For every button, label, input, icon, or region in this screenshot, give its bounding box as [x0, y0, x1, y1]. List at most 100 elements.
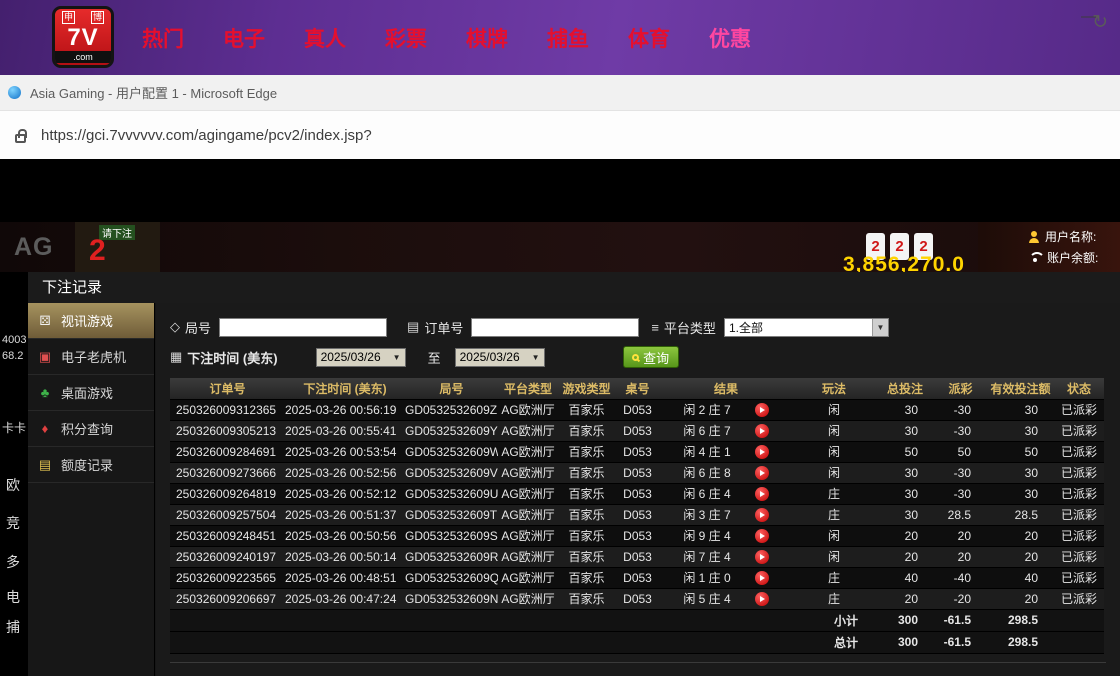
sidebar-item-points-query[interactable]: ♦ 积分查询: [28, 411, 154, 447]
round-number-icon: ◇: [170, 319, 180, 335]
subtotal-payout: -61.5: [934, 609, 987, 631]
platform-type-select[interactable]: 1.全部 ▼: [724, 318, 889, 337]
user-info-box: 用户名称: 账户余额:: [978, 222, 1120, 272]
play-icon[interactable]: [755, 403, 769, 417]
date-to-picker[interactable]: 2025/03/26 ▼: [455, 348, 545, 367]
wifi-icon: [1028, 252, 1042, 263]
table-row: 2503260092846912025-03-26 00:53:54GD0532…: [170, 441, 1104, 462]
window-title: Asia Gaming - 用户配置 1 - Microsoft Edge: [30, 83, 277, 102]
play-icon[interactable]: [755, 424, 769, 438]
cell-time: 2025-03-26 00:55:41: [285, 420, 405, 441]
url-text[interactable]: https://gci.7vvvvvv.com/agingame/pcv2/in…: [41, 127, 372, 144]
play-icon[interactable]: [755, 550, 769, 564]
cell-platform: AG欧洲厅: [498, 546, 558, 567]
nav-item-electronic[interactable]: 电子: [223, 23, 265, 53]
platform-type-label: 平台类型: [664, 318, 716, 337]
cell-order: 250326009305213: [170, 420, 285, 441]
site-logo[interactable]: 申 博 7V .com: [52, 6, 114, 68]
total-payout: -61.5: [934, 631, 987, 653]
cell-status: 已派彩: [1054, 399, 1104, 420]
nav-item-fishing[interactable]: 捕鱼: [547, 23, 589, 53]
nav-item-live[interactable]: 真人: [304, 23, 346, 53]
document-icon: ▤: [37, 457, 53, 473]
header-time: 下注时间 (美东): [285, 378, 405, 399]
bet-records-table: 订单号 下注时间 (美东) 局号 平台类型 游戏类型 桌号 结果 玩法 总投注 …: [170, 378, 1104, 654]
cell-game: 百家乐: [558, 483, 615, 504]
cell-order: 250326009264819: [170, 483, 285, 504]
sidebar-item-slots[interactable]: ▣ 电子老虎机: [28, 339, 154, 375]
cell-round: GD0532532609S: [405, 525, 498, 546]
cell-result: 闲 7 庄 4: [660, 546, 792, 567]
round-number-input[interactable]: [219, 318, 387, 337]
order-number-input[interactable]: [471, 318, 639, 337]
play-icon[interactable]: [755, 487, 769, 501]
screen: 申 博 7V .com 热门 电子 真人 彩票 棋牌 捕鱼 体育 优惠 Asia…: [0, 0, 1120, 676]
refresh-icon[interactable]: ↻: [1092, 11, 1108, 34]
cell-result: 闲 2 庄 7: [660, 399, 792, 420]
cell-method: 闲: [792, 399, 876, 420]
nav-item-hot[interactable]: 热门: [142, 23, 184, 53]
play-icon[interactable]: [755, 529, 769, 543]
cell-order: 250326009273666: [170, 462, 285, 483]
ag-watermark: AG: [14, 233, 54, 262]
cell-result: 闲 5 庄 4: [660, 588, 792, 609]
betting-records-panel: 下注记录 ⚄ 视讯游戏 ▣ 电子老虎机 ♣ 桌面游戏 ♦ 积分查询 ▤ 额度记录: [28, 272, 1120, 676]
site-header: 申 博 7V .com 热门 电子 真人 彩票 棋牌 捕鱼 体育 优惠: [0, 0, 1120, 75]
game-thumbnail[interactable]: 请下注 2: [75, 222, 160, 272]
sidebar-item-quota-records[interactable]: ▤ 额度记录: [28, 447, 154, 483]
play-icon[interactable]: [755, 445, 769, 459]
cell-bet: 20: [876, 525, 934, 546]
result-text: 闲 5 庄 4: [683, 590, 730, 607]
cell-bet: 30: [876, 483, 934, 504]
cell-method: 庄: [792, 588, 876, 609]
cell-status: 已派彩: [1054, 546, 1104, 567]
sidebar-item-table-games[interactable]: ♣ 桌面游戏: [28, 375, 154, 411]
total-valid: 298.5: [987, 631, 1054, 653]
cell-game: 百家乐: [558, 525, 615, 546]
dropdown-arrow-icon: ▼: [393, 353, 401, 362]
table-row: 2503260092066972025-03-26 00:47:24GD0532…: [170, 588, 1104, 609]
cell-round: GD0532532609R: [405, 546, 498, 567]
sidebar-item-video-games[interactable]: ⚄ 视讯游戏: [28, 303, 154, 339]
cell-payout: -20: [934, 588, 987, 609]
club-icon: ♣: [37, 385, 53, 400]
calendar-icon: ▦: [170, 349, 182, 365]
cell-table: D053: [615, 588, 660, 609]
cell-status: 已派彩: [1054, 441, 1104, 462]
date-from-picker[interactable]: 2025/03/26 ▼: [316, 348, 406, 367]
table-divider: [170, 662, 1106, 663]
play-icon[interactable]: [755, 592, 769, 606]
nav-item-lottery[interactable]: 彩票: [385, 23, 427, 53]
play-icon[interactable]: [755, 508, 769, 522]
table-row: 2503260092401972025-03-26 00:50:14GD0532…: [170, 546, 1104, 567]
sidebar-item-label: 桌面游戏: [61, 383, 113, 402]
cell-game: 百家乐: [558, 588, 615, 609]
play-icon[interactable]: [755, 466, 769, 480]
nav-item-promo[interactable]: 优惠: [709, 23, 751, 53]
play-icon[interactable]: [755, 571, 769, 585]
result-text: 闲 6 庄 7: [683, 422, 730, 439]
header-order: 订单号: [170, 378, 285, 399]
cell-platform: AG欧洲厅: [498, 462, 558, 483]
header-payout: 派彩: [934, 378, 987, 399]
cell-method: 闲: [792, 462, 876, 483]
query-button[interactable]: 查询: [623, 346, 679, 368]
cell-payout: 28.5: [934, 504, 987, 525]
total-row: 总计 300 -61.5 298.5: [170, 631, 1104, 653]
cell-method: 闲: [792, 420, 876, 441]
subtotal-valid: 298.5: [987, 609, 1054, 631]
cell-time: 2025-03-26 00:52:12: [285, 483, 405, 504]
cell-bet: 30: [876, 462, 934, 483]
cell-status: 已派彩: [1054, 567, 1104, 588]
cell-table: D053: [615, 525, 660, 546]
logo-domain-text: .com: [55, 51, 111, 63]
result-text: 闲 6 庄 8: [683, 464, 730, 481]
nav-item-board[interactable]: 棋牌: [466, 23, 508, 53]
cell-platform: AG欧洲厅: [498, 441, 558, 462]
cell-result: 闲 4 庄 1: [660, 441, 792, 462]
cell-table: D053: [615, 504, 660, 525]
nav-item-sports[interactable]: 体育: [628, 23, 670, 53]
cell-method: 庄: [792, 483, 876, 504]
tab-favicon-icon: [8, 86, 21, 99]
table-row: 2503260092575042025-03-26 00:51:37GD0532…: [170, 504, 1104, 525]
